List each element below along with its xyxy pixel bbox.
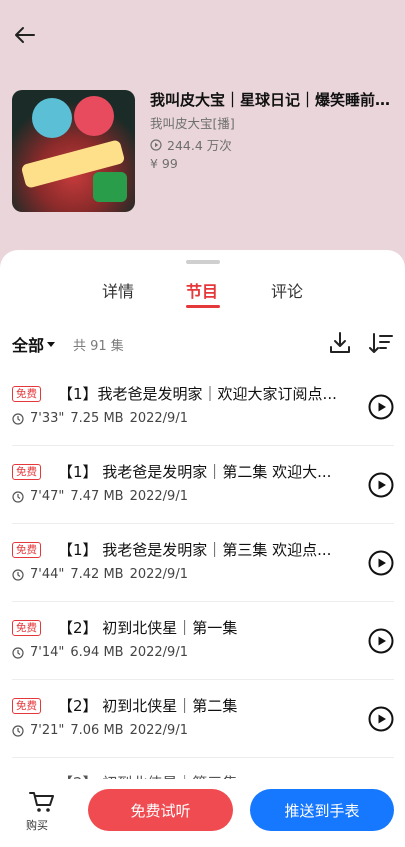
episode-meta: 7'33" 7.25 MB 2022/9/1 [12,411,188,426]
free-badge: 免费 [12,620,41,636]
tab-episodes[interactable]: 节目 [186,278,218,302]
episode-sheet: 详情 节目 评论 全部 共 91 集 免费 【1】我老爸是发明家｜欢迎大家订阅点… [0,250,405,847]
episode-size: 7.06 MB [70,723,124,738]
episode-meta: 7'44" 7.42 MB 2022/9/1 [12,567,188,582]
play-button-icon[interactable] [368,706,394,732]
episode-size: 6.94 MB [70,645,124,660]
clock-icon [12,412,24,425]
clock-icon [12,724,24,737]
filter-label: 全部 [12,336,45,355]
episode-duration: 7'44" [30,567,65,582]
filter-dropdown[interactable]: 全部 [12,332,56,356]
download-icon[interactable] [327,330,353,356]
free-badge: 免费 [12,464,41,480]
free-badge: 免费 [12,698,41,714]
episode-size: 7.25 MB [70,411,124,426]
episode-title: 【1】 我老爸是发明家｜第二集 欢迎大... [58,463,332,481]
sort-icon[interactable] [368,330,394,356]
caret-down-icon [47,342,56,347]
album-title: 我叫皮大宝｜星球日记｜爆笑睡前故... [150,91,398,109]
active-tab-indicator [186,305,220,308]
episode-duration: 7'14" [30,645,65,660]
episode-date: 2022/9/1 [129,723,188,738]
episode-row[interactable]: 免费 【2】 初到北侠星｜第二集 7'21" 7.06 MB 2022/9/1 [12,680,394,758]
free-badge: 免费 [12,386,41,402]
episode-row[interactable]: 免费 【1】 我老爸是发明家｜第三集 欢迎点... 7'44" 7.42 MB … [12,524,394,602]
tab-comments[interactable]: 评论 [271,278,303,302]
free-listen-button[interactable]: 免费试听 [88,789,233,831]
episode-duration: 7'47" [30,489,65,504]
episode-meta: 7'47" 7.47 MB 2022/9/1 [12,489,188,504]
episode-row[interactable]: 免费 【1】 我老爸是发明家｜第二集 欢迎大... 7'47" 7.47 MB … [12,446,394,524]
buy-label[interactable]: 购买 [26,817,48,833]
episode-list: 免费 【1】我老爸是发明家｜欢迎大家订阅点... 7'33" 7.25 MB 2… [12,368,394,790]
episode-meta: 7'21" 7.06 MB 2022/9/1 [12,723,188,738]
album-author[interactable]: 我叫皮大宝[播] [150,113,235,132]
episode-title: 【1】 我老爸是发明家｜第三集 欢迎点... [58,541,332,559]
cart-icon[interactable] [28,791,56,813]
play-count-text: 244.4 万次 [167,138,232,153]
bottom-action-bar: 购买 免费试听 推送到手表 [0,779,405,847]
episode-title: 【2】 初到北侠星｜第一集 [58,619,238,637]
tab-bar: 详情 节目 评论 [0,274,405,310]
episode-date: 2022/9/1 [129,645,188,660]
episode-meta: 7'14" 6.94 MB 2022/9/1 [12,645,188,660]
tab-details[interactable]: 详情 [102,278,134,302]
play-button-icon[interactable] [368,628,394,654]
play-button-icon[interactable] [368,550,394,576]
episode-duration: 7'33" [30,411,65,426]
album-header: 我叫皮大宝｜星球日记｜爆笑睡前故... 我叫皮大宝[播] 244.4 万次 ¥ … [0,0,405,262]
episode-row[interactable]: 免费 【2】 初到北侠星｜第一集 7'14" 6.94 MB 2022/9/1 [12,602,394,680]
episode-date: 2022/9/1 [129,567,188,582]
clock-icon [12,646,24,659]
play-button-icon[interactable] [368,394,394,420]
episode-duration: 7'21" [30,723,65,738]
episode-title: 【1】我老爸是发明家｜欢迎大家订阅点... [58,385,337,403]
episode-title: 【2】 初到北侠星｜第二集 [58,697,238,715]
push-to-watch-button[interactable]: 推送到手表 [250,789,394,831]
episode-date: 2022/9/1 [129,411,188,426]
back-arrow-icon[interactable] [12,22,38,48]
play-circle-icon [150,138,162,151]
episode-count: 共 91 集 [73,339,124,354]
album-price: ¥ 99 [150,156,178,171]
clock-icon [12,568,24,581]
drag-handle[interactable] [186,260,220,264]
episode-date: 2022/9/1 [129,489,188,504]
clock-icon [12,490,24,503]
episode-size: 7.47 MB [70,489,124,504]
free-badge: 免费 [12,542,41,558]
play-count: 244.4 万次 [150,135,232,154]
play-button-icon[interactable] [368,472,394,498]
episode-row[interactable]: 免费 【1】我老爸是发明家｜欢迎大家订阅点... 7'33" 7.25 MB 2… [12,368,394,446]
album-cover-image[interactable] [12,90,135,212]
episode-size: 7.42 MB [70,567,124,582]
